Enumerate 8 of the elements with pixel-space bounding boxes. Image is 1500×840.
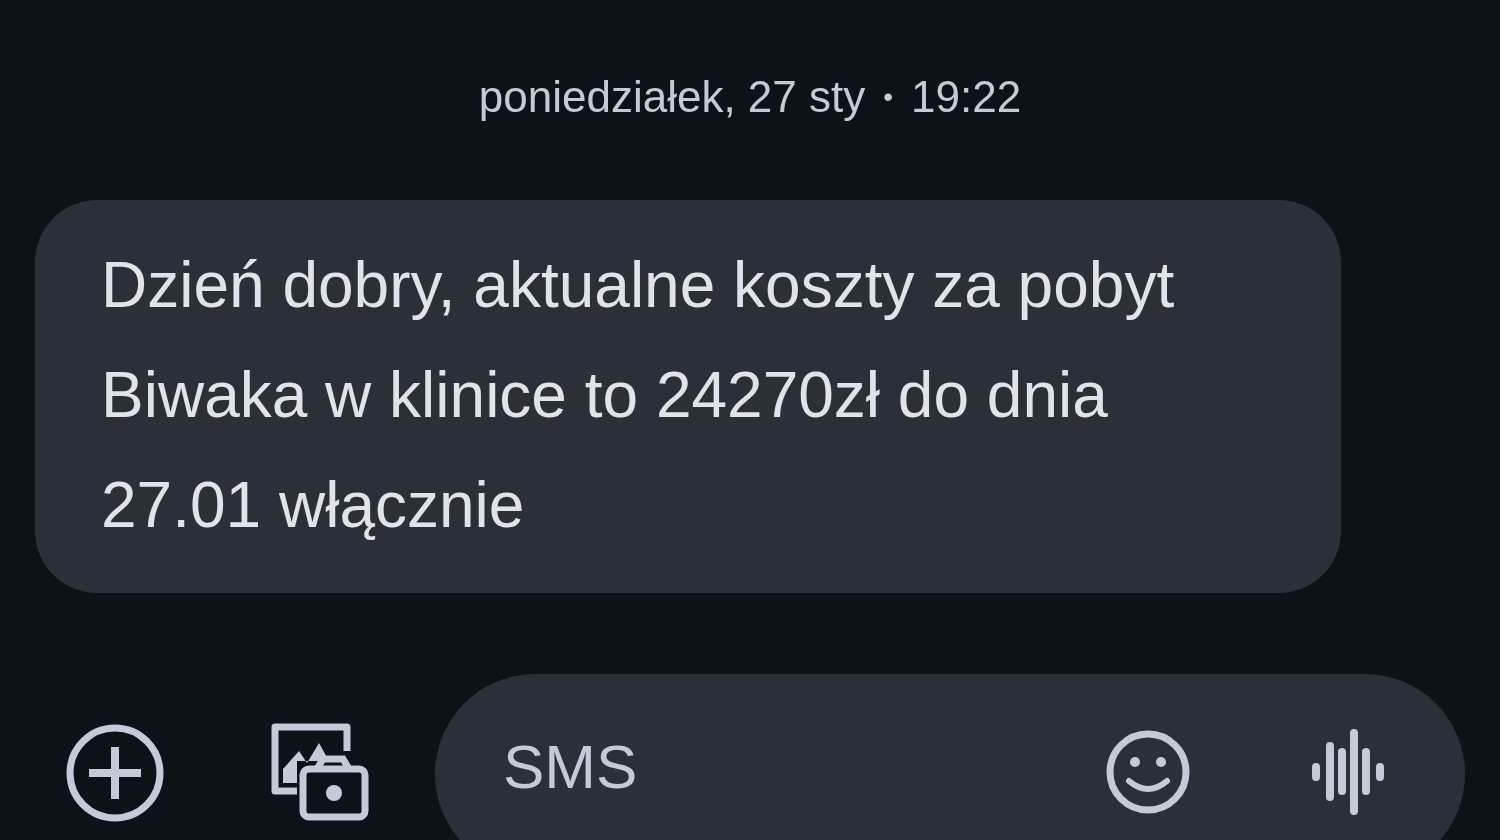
message-text: Dzień dobry, aktualne koszty za pobyt Biwaka w klinice to 24270zł do dnia 27.01 włącznie	[101, 248, 1176, 543]
message-input[interactable]: SMS	[503, 726, 1063, 806]
emoji-icon[interactable]	[1105, 729, 1191, 815]
add-icon[interactable]	[65, 723, 165, 823]
date-label: poniedziałek, 27 sty	[478, 72, 866, 122]
separator-dot: •	[883, 81, 894, 113]
time-label: 19:22	[911, 72, 1022, 122]
voice-wave-icon[interactable]	[1311, 729, 1385, 815]
